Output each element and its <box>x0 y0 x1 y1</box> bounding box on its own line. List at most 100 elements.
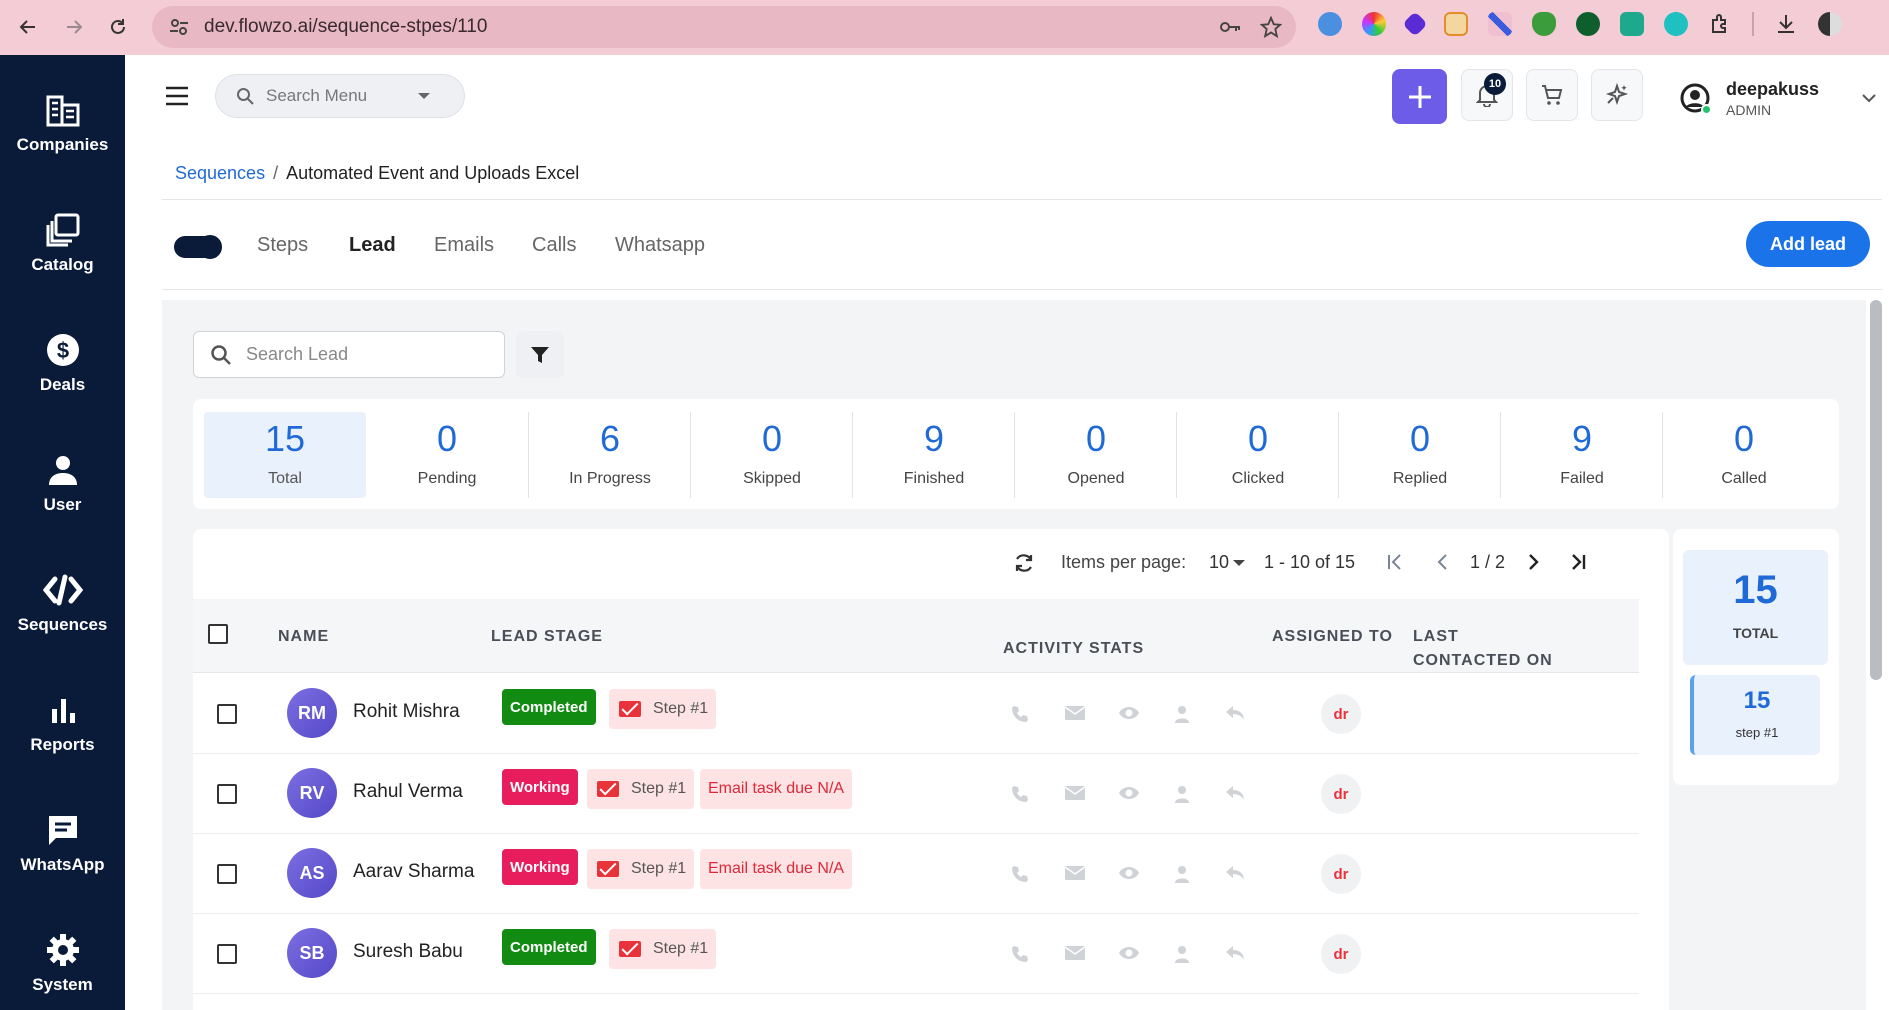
sidebar-item-reports[interactable]: Reports <box>0 693 125 755</box>
add-lead-button[interactable]: Add lead <box>1746 221 1870 267</box>
url-text: dev.flowzo.ai/sequence-stpes/110 <box>204 16 488 37</box>
chevron-down-icon[interactable] <box>1861 93 1877 103</box>
column-header-name[interactable]: NAME <box>278 628 329 646</box>
tab-calls[interactable]: Calls <box>532 234 576 257</box>
scrollbar[interactable] <box>1870 300 1882 680</box>
breadcrumb-link-sequences[interactable]: Sequences <box>175 163 265 183</box>
sidebar-item-deals[interactable]: $ Deals <box>0 333 125 395</box>
stat-label: Finished <box>903 470 965 487</box>
tab-emails[interactable]: Emails <box>434 234 494 257</box>
site-info-icon[interactable] <box>168 16 190 38</box>
stat-clicked[interactable]: 0 Clicked <box>1177 412 1339 498</box>
row-checkbox[interactable] <box>217 784 237 804</box>
assigned-user-avatar[interactable]: dr <box>1321 694 1361 734</box>
last-page-icon[interactable] <box>1569 553 1587 571</box>
sidebar-item-user[interactable]: User <box>0 453 125 515</box>
tab-whatsapp[interactable]: Whatsapp <box>615 234 705 257</box>
reply-icon <box>1226 706 1244 720</box>
previous-page-icon[interactable] <box>1434 553 1452 571</box>
extensions-puzzle-icon[interactable] <box>1708 12 1732 36</box>
stat-failed[interactable]: 9 Failed <box>1501 412 1663 498</box>
summary-step-card[interactable]: 15 step #1 <box>1690 675 1820 755</box>
next-page-icon[interactable] <box>1524 553 1542 571</box>
reload-icon[interactable] <box>96 5 140 49</box>
chevron-down-icon[interactable] <box>418 93 430 99</box>
extension-9-icon[interactable] <box>1664 12 1688 36</box>
assigned-user-avatar[interactable]: dr <box>1321 934 1361 974</box>
address-bar[interactable]: dev.flowzo.ai/sequence-stpes/110 <box>152 6 1296 48</box>
table-row[interactable]: RM Rohit Mishra Completed Step #1 dr <box>193 674 1639 754</box>
stat-pending[interactable]: 0 Pending <box>366 412 528 498</box>
lead-name[interactable]: Suresh Babu <box>353 941 463 963</box>
sequence-active-toggle[interactable] <box>174 235 222 259</box>
download-icon[interactable] <box>1774 12 1798 36</box>
user-menu[interactable]: deepakuss ADMIN <box>1680 74 1877 122</box>
refresh-icon[interactable] <box>1013 552 1035 574</box>
extension-5-icon[interactable] <box>1488 12 1512 36</box>
lead-stage-badge: Working <box>502 769 578 805</box>
stat-total[interactable]: 15 Total <box>204 412 366 498</box>
stat-skipped[interactable]: 0 Skipped <box>691 412 853 498</box>
filter-button[interactable] <box>516 331 564 378</box>
extension-2-icon[interactable] <box>1362 12 1386 36</box>
row-checkbox[interactable] <box>217 704 237 724</box>
forward-icon[interactable] <box>52 5 96 49</box>
lead-name[interactable]: Rahul Verma <box>353 781 463 803</box>
password-key-icon[interactable] <box>1218 15 1242 39</box>
search-lead-input[interactable]: Search Lead <box>193 331 505 378</box>
extension-4-icon[interactable] <box>1444 12 1468 36</box>
assigned-user-avatar[interactable]: dr <box>1321 854 1361 894</box>
sidebar-item-catalog[interactable]: Catalog <box>0 213 125 275</box>
sidebar-label: System <box>32 975 93 994</box>
avatar: AS <box>287 848 337 898</box>
ai-sparkle-button[interactable] <box>1591 69 1643 121</box>
column-header-last-contacted[interactable]: LAST <box>1413 628 1459 646</box>
lead-name[interactable]: Aarav Sharma <box>353 861 474 883</box>
sidebar-item-system[interactable]: System <box>0 933 125 995</box>
column-header-assigned-to[interactable]: ASSIGNED TO <box>1272 628 1393 646</box>
column-header-activity-stats[interactable]: ACTIVITY STATS <box>1003 640 1144 658</box>
extension-1-icon[interactable] <box>1318 12 1342 36</box>
summary-total-card[interactable]: 15 TOTAL <box>1683 550 1828 665</box>
extension-6-icon[interactable] <box>1532 12 1556 36</box>
extension-7-icon[interactable] <box>1576 12 1600 36</box>
sidebar-item-sequences[interactable]: Sequences <box>0 573 125 635</box>
cart-button[interactable] <box>1526 69 1578 121</box>
step-summary-panel: 15 TOTAL 15 step #1 <box>1673 529 1839 785</box>
profile-avatar-icon[interactable] <box>1818 12 1842 36</box>
table-row[interactable]: AS Aarav Sharma Working Step #1 Email ta… <box>193 834 1639 914</box>
step-chip-label: Step #1 <box>631 780 687 797</box>
table-row[interactable]: SB Suresh Babu Completed Step #1 dr <box>193 914 1639 994</box>
row-checkbox[interactable] <box>217 864 237 884</box>
tab-steps[interactable]: Steps <box>257 234 308 257</box>
extension-3-icon[interactable] <box>1402 11 1428 37</box>
row-checkbox[interactable] <box>217 944 237 964</box>
assigned-user-avatar[interactable]: dr <box>1321 774 1361 814</box>
sequences-icon <box>42 574 83 606</box>
first-page-icon[interactable] <box>1386 553 1404 571</box>
create-new-button[interactable] <box>1392 69 1447 124</box>
hamburger-menu-icon[interactable] <box>164 84 196 112</box>
stat-called[interactable]: 0 Called <box>1663 412 1825 498</box>
stat-label: Called <box>1721 470 1767 487</box>
sidebar-item-whatsapp[interactable]: WhatsApp <box>0 813 125 875</box>
phone-icon <box>1012 706 1028 722</box>
stat-replied[interactable]: 0 Replied <box>1339 412 1501 498</box>
tab-lead[interactable]: Lead <box>349 234 396 257</box>
table-row[interactable]: RV Rahul Verma Working Step #1 Email tas… <box>193 754 1639 834</box>
stat-in-progress[interactable]: 6 In Progress <box>529 412 691 498</box>
items-per-page-select[interactable]: 10 <box>1209 552 1229 573</box>
search-menu-input[interactable]: Search Menu <box>215 74 465 118</box>
select-all-checkbox[interactable] <box>208 624 228 644</box>
chevron-down-icon[interactable] <box>1233 560 1245 566</box>
stat-finished[interactable]: 9 Finished <box>853 412 1015 498</box>
mail-icon <box>619 941 641 957</box>
extension-8-icon[interactable] <box>1620 12 1644 36</box>
sidebar-item-companies[interactable]: Companies <box>0 93 125 155</box>
lead-name[interactable]: Rohit Mishra <box>353 701 460 723</box>
column-header-lead-stage[interactable]: LEAD STAGE <box>491 628 603 646</box>
back-icon[interactable] <box>6 5 50 49</box>
bookmark-star-icon[interactable] <box>1260 16 1282 38</box>
step-chip-label: Step #1 <box>653 700 709 717</box>
stat-opened[interactable]: 0 Opened <box>1015 412 1177 498</box>
